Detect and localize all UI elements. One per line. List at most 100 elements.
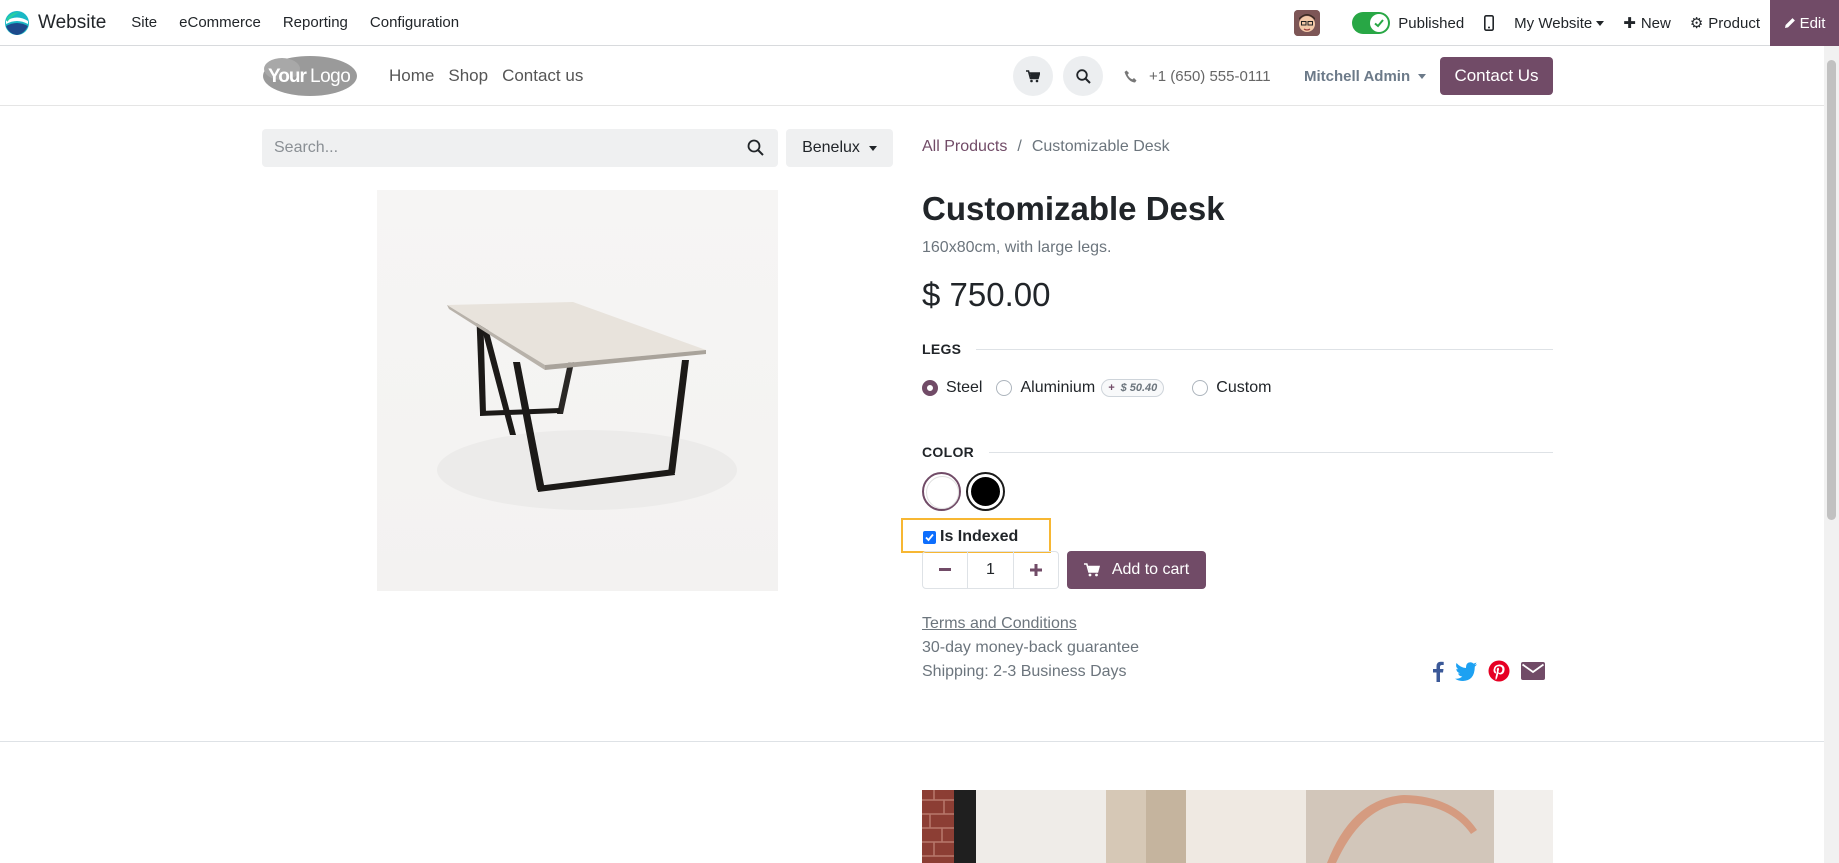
user-avatar[interactable] xyxy=(1294,10,1321,36)
shipping-text: Shipping: 2-3 Business Days xyxy=(922,663,1127,680)
color-title-label: COLOR xyxy=(922,444,975,460)
plus-icon xyxy=(1030,564,1042,576)
product-title: Customizable Desk xyxy=(922,190,1225,227)
my-website-label: My Website xyxy=(1514,14,1593,32)
section-divider xyxy=(0,741,1824,742)
menu-ecommerce[interactable]: eCommerce xyxy=(168,0,272,46)
pencil-icon xyxy=(1784,18,1795,28)
quantity-stepper: 1 xyxy=(922,551,1059,589)
minus-icon xyxy=(939,568,951,571)
menu-reporting[interactable]: Reporting xyxy=(272,0,359,46)
envelope-icon[interactable] xyxy=(1521,662,1545,680)
pinterest-icon[interactable] xyxy=(1488,660,1510,682)
divider xyxy=(989,451,1553,453)
share-links xyxy=(1421,660,1545,682)
svg-text:Logo: Logo xyxy=(310,66,350,87)
menu-configuration[interactable]: Configuration xyxy=(359,0,470,46)
legs-option-label: Steel xyxy=(946,379,983,396)
nav-shop[interactable]: Shop xyxy=(448,66,488,86)
facebook-icon[interactable] xyxy=(1432,660,1444,682)
add-to-cart-label: Add to cart xyxy=(1111,561,1190,578)
menu-site[interactable]: Site xyxy=(120,0,168,46)
desk-image xyxy=(437,302,737,510)
cart-icon xyxy=(1083,563,1100,577)
app-name: Website xyxy=(38,11,107,33)
nav-home[interactable]: Home xyxy=(389,66,434,86)
product-description: 160x80cm, with large legs. xyxy=(922,239,1112,256)
page-scrollbar[interactable] xyxy=(1824,46,1839,863)
guarantee-text: 30-day money-back guarantee xyxy=(922,639,1140,656)
legs-option-label: Aluminium xyxy=(1020,379,1096,396)
product-secondary-image xyxy=(922,790,1553,863)
color-attribute-title: COLOR xyxy=(922,444,1553,460)
is-indexed-label[interactable]: Is Indexed xyxy=(940,528,1018,546)
quantity-input[interactable]: 1 xyxy=(967,552,1014,588)
legs-title-label: LEGS xyxy=(922,341,962,357)
caret-down-icon xyxy=(868,145,877,151)
my-website-dropdown[interactable]: My Website xyxy=(1514,14,1605,32)
search-icon[interactable] xyxy=(747,139,764,156)
twitter-icon[interactable] xyxy=(1455,661,1477,681)
search-input[interactable] xyxy=(262,139,722,157)
caret-down-icon xyxy=(1596,20,1605,26)
publish-toggle[interactable]: Published xyxy=(1352,12,1464,34)
check-icon xyxy=(1374,19,1385,28)
quantity-decrease-button[interactable] xyxy=(923,552,967,588)
website-header: Your Logo Home Shop Contact us +1 (650) … xyxy=(0,46,1824,106)
published-switch[interactable] xyxy=(1352,12,1391,34)
cart-button[interactable] xyxy=(1013,56,1053,96)
radio-steel[interactable] xyxy=(922,380,938,396)
cart-icon xyxy=(1026,69,1040,82)
search-toggle-button[interactable] xyxy=(1063,56,1103,96)
scrollbar-thumb[interactable] xyxy=(1827,60,1836,520)
legs-attribute-title: LEGS xyxy=(922,341,1553,357)
product-settings-button[interactable]: ⚙ Product xyxy=(1689,14,1760,33)
product-image[interactable] xyxy=(377,190,778,591)
legs-option-label: Custom xyxy=(1216,379,1272,396)
legs-options: Steel Aluminium + $ 50.40 Custom xyxy=(922,378,1285,398)
terms-link[interactable]: Terms and Conditions xyxy=(922,615,1077,633)
is-indexed-checkbox[interactable] xyxy=(923,531,936,544)
phone-icon xyxy=(1124,70,1137,82)
radio-custom[interactable] xyxy=(1192,380,1209,396)
check-icon xyxy=(925,533,934,542)
avatar-image xyxy=(1294,10,1321,36)
add-to-cart-button[interactable]: Add to cart xyxy=(1067,551,1206,589)
edit-label: Edit xyxy=(1799,14,1826,32)
color-swatch-white[interactable] xyxy=(922,472,961,511)
your-logo[interactable]: Your Logo xyxy=(262,55,358,97)
lifestyle-image xyxy=(922,790,1553,863)
pricelist-label: Benelux xyxy=(802,139,860,156)
legs-option-aluminium[interactable]: Aluminium + $ 50.40 xyxy=(996,379,1165,397)
edit-button[interactable]: Edit xyxy=(1770,0,1839,46)
product-search xyxy=(262,129,778,167)
new-button[interactable]: ✚ New xyxy=(1623,14,1671,33)
legs-option-steel[interactable]: Steel xyxy=(922,379,982,397)
phone-contact[interactable]: +1 (650) 555-0111 xyxy=(1124,46,1271,106)
admin-navbar: Website Site eCommerce Reporting Configu… xyxy=(0,0,1839,46)
breadcrumb-separator: / xyxy=(1017,138,1022,155)
breadcrumb: All Products / Customizable Desk xyxy=(922,138,1170,156)
phone-number: +1 (650) 555-0111 xyxy=(1149,67,1271,85)
color-swatch-black[interactable] xyxy=(966,472,1005,511)
user-dropdown[interactable]: Mitchell Admin xyxy=(1304,46,1427,106)
pricelist-dropdown[interactable]: Benelux xyxy=(786,129,893,167)
contact-us-button[interactable]: Contact Us xyxy=(1440,57,1553,95)
product-label: Product xyxy=(1708,14,1760,32)
gear-icon: ⚙ xyxy=(1689,15,1704,32)
product-price: $ 750.00 xyxy=(922,276,1051,313)
radio-aluminium[interactable] xyxy=(996,380,1013,396)
published-label: Published xyxy=(1398,14,1465,32)
nav-contact-us[interactable]: Contact us xyxy=(502,66,583,86)
mobile-preview-icon[interactable] xyxy=(1484,15,1495,31)
app-brand[interactable]: Website xyxy=(4,0,106,46)
breadcrumb-current: Customizable Desk xyxy=(1031,138,1170,155)
quantity-increase-button[interactable] xyxy=(1014,552,1058,588)
breadcrumb-all-products[interactable]: All Products xyxy=(922,138,1007,156)
site-nav: Home Shop Contact us xyxy=(389,46,597,106)
admin-navbar-right: Published My Website ✚ New ⚙ Product Edi… xyxy=(1294,0,1839,46)
price-extra-badge: + $ 50.40 xyxy=(1101,379,1165,397)
legs-option-custom[interactable]: Custom xyxy=(1192,379,1271,397)
admin-top-menu: Site eCommerce Reporting Configuration xyxy=(120,0,470,46)
new-label: New xyxy=(1640,14,1671,32)
